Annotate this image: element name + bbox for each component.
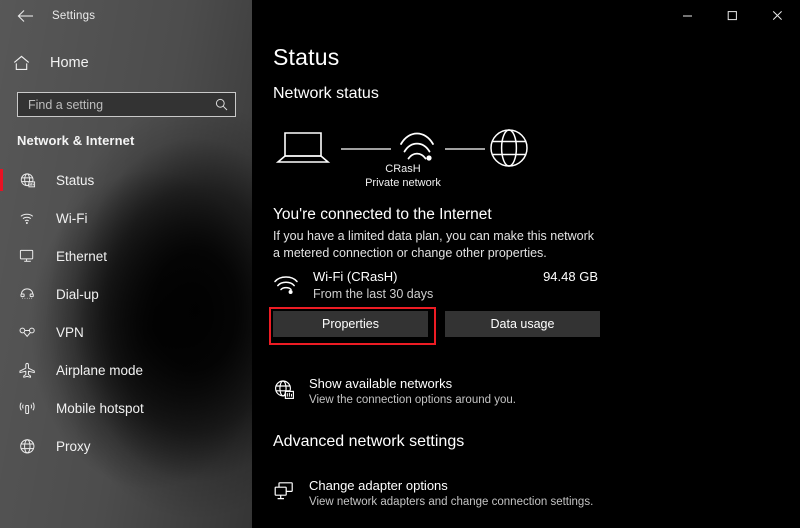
window-controls xyxy=(665,0,800,30)
sidebar-item-vpn-label: VPN xyxy=(56,324,84,340)
search-box[interactable] xyxy=(17,92,236,117)
settings-window: Settings Home Find a setting Network & I… xyxy=(0,0,800,528)
airplane-icon xyxy=(17,360,37,380)
search-icon[interactable] xyxy=(215,98,228,111)
sidebar-item-proxy[interactable]: Proxy xyxy=(0,427,252,465)
sidebar-category-heading: Network & Internet xyxy=(17,133,135,148)
connection-status-title: You're connected to the Internet xyxy=(273,206,492,223)
sidebar-item-dialup[interactable]: Dial-up xyxy=(0,275,252,313)
data-usage-amount: 94.48 GB xyxy=(543,269,598,284)
show-available-networks-subtitle: View the connection options around you. xyxy=(309,394,516,406)
wifi-icon xyxy=(17,208,37,228)
properties-button-highlight: Properties xyxy=(269,307,436,345)
sidebar-item-dialup-label: Dial-up xyxy=(56,286,99,302)
network-status-heading: Network status xyxy=(273,85,379,102)
network-globe-icon xyxy=(273,379,297,403)
sidebar-item-ethernet-label: Ethernet xyxy=(56,248,108,264)
data-usage-period: From the last 30 days xyxy=(313,287,434,301)
search-input[interactable] xyxy=(28,97,215,112)
sidebar: Settings Home Find a setting Network & I… xyxy=(0,0,252,528)
wifi-icon xyxy=(273,274,299,300)
sidebar-item-status[interactable]: Status xyxy=(0,161,252,199)
home-icon xyxy=(13,55,35,71)
ethernet-icon xyxy=(17,246,37,266)
sidebar-item-proxy-label: Proxy xyxy=(56,438,91,454)
title-bar: Settings xyxy=(0,0,252,32)
sidebar-nav-list: Status Wi-Fi Ethernet Dial-up VPN Airpla… xyxy=(0,161,252,465)
sidebar-item-home-label: Home xyxy=(50,55,89,71)
sidebar-item-airplane-mode[interactable]: Airplane mode xyxy=(0,351,252,389)
wifi-signal-icon xyxy=(400,132,434,161)
change-adapter-options-title: Change adapter options xyxy=(309,478,448,493)
sidebar-item-mobile-hotspot-label: Mobile hotspot xyxy=(56,400,144,416)
sidebar-item-airplane-mode-label: Airplane mode xyxy=(56,362,144,378)
action-button-row: Properties Data usage xyxy=(269,307,600,345)
minimize-button[interactable] xyxy=(665,0,710,30)
sidebar-item-ethernet[interactable]: Ethernet xyxy=(0,237,252,275)
sidebar-item-status-label: Status xyxy=(56,172,95,188)
network-diagram-caption: CRasH Private network xyxy=(273,162,533,190)
sidebar-item-mobile-hotspot[interactable]: Mobile hotspot xyxy=(0,389,252,427)
connection-status-description: If you have a limited data plan, you can… xyxy=(273,229,595,260)
advanced-network-settings-heading: Advanced network settings xyxy=(273,433,465,450)
main-content: Status Network status CRasH Private netw… xyxy=(252,0,800,528)
dialup-icon xyxy=(17,284,37,304)
network-status-icon xyxy=(17,170,37,190)
show-available-networks-title: Show available networks xyxy=(309,376,453,391)
sidebar-item-wifi-label: Wi-Fi xyxy=(56,210,88,226)
page-title: Status xyxy=(273,44,340,70)
globe-icon xyxy=(490,129,528,167)
hotspot-icon xyxy=(17,398,37,418)
laptop-icon xyxy=(275,132,331,163)
globe-icon xyxy=(17,436,37,456)
close-button[interactable] xyxy=(755,0,800,30)
change-adapter-options-subtitle: View network adapters and change connect… xyxy=(309,496,594,508)
adapter-icon xyxy=(273,481,297,505)
sidebar-item-vpn[interactable]: VPN xyxy=(0,313,252,351)
vpn-icon xyxy=(17,322,37,342)
data-usage-button[interactable]: Data usage xyxy=(445,311,600,337)
sidebar-item-wifi[interactable]: Wi-Fi xyxy=(0,199,252,237)
sidebar-item-home[interactable]: Home xyxy=(0,48,252,78)
network-type: Private network xyxy=(365,177,441,189)
data-usage-summary: Wi-Fi (CRasH) From the last 30 days 94.4… xyxy=(273,268,598,306)
back-arrow-icon[interactable] xyxy=(10,3,40,29)
window-title: Settings xyxy=(52,10,96,22)
data-usage-network-name: Wi-Fi (CRasH) xyxy=(313,269,398,284)
maximize-button[interactable] xyxy=(710,0,755,30)
properties-button[interactable]: Properties xyxy=(273,311,428,337)
network-name: CRasH xyxy=(385,163,421,175)
